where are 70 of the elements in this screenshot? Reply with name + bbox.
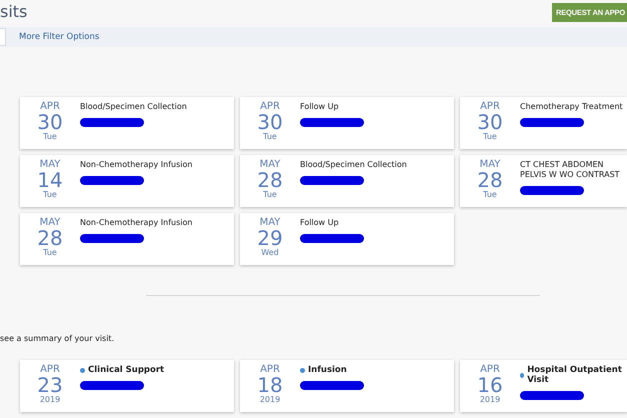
appointment-card[interactable]: MAY 28 Tue Non-Chemotherapy Infusion — [20, 213, 234, 265]
date-year: 2019 — [260, 395, 280, 404]
past-visits-note: see a summary of your visit. — [0, 334, 116, 343]
redaction-mark — [300, 381, 364, 390]
date-year: 2019 — [480, 395, 500, 404]
appointment-title: Non-Chemotherapy Infusion — [80, 218, 194, 228]
date-weekday: Tue — [483, 190, 497, 199]
visit-title: Clinical Support — [88, 365, 164, 375]
appointment-title: Chemotherapy Treatment — [520, 102, 624, 112]
redaction-mark — [520, 118, 584, 127]
date-weekday: Tue — [263, 190, 277, 199]
page-title: sits — [0, 2, 28, 21]
appointment-title: Blood/Specimen Collection — [80, 102, 188, 112]
appointment-title: Follow Up — [300, 102, 340, 112]
date-year: 2019 — [40, 395, 60, 404]
date-day: 28 — [37, 228, 63, 248]
date-month: APR — [40, 101, 60, 112]
appointment-card[interactable]: MAY 28 Tue CT CHEST ABDOMEN PELVIS W WO CONTRAST — [460, 155, 627, 207]
date-day: 23 — [37, 375, 63, 395]
date-month: MAY — [40, 217, 60, 228]
date-day: 30 — [37, 112, 63, 132]
date-month: APR — [260, 364, 280, 375]
appointment-card[interactable]: APR 30 Tue Blood/Specimen Collection — [20, 97, 234, 149]
redaction-mark — [300, 176, 364, 185]
date-weekday: Tue — [483, 132, 497, 141]
redaction-mark — [80, 176, 144, 185]
appointment-card[interactable]: APR 30 Tue Follow Up — [240, 97, 454, 149]
date-month: MAY — [480, 159, 500, 170]
appointment-title: CT CHEST ABDOMEN PELVIS W WO CONTRAST — [520, 160, 621, 180]
redaction-mark — [80, 381, 144, 390]
visit-card[interactable]: APR 23 2019 Clinical Support — [20, 360, 234, 412]
appointment-card[interactable]: APR 30 Tue Chemotherapy Treatment — [460, 97, 627, 149]
date-day: 18 — [257, 375, 283, 395]
redaction-mark — [80, 234, 144, 243]
date-month: MAY — [260, 159, 280, 170]
appointment-title: Follow Up — [300, 218, 340, 228]
redaction-mark — [520, 391, 584, 400]
date-month: APR — [480, 364, 500, 375]
redaction-mark — [300, 234, 364, 243]
date-day: 28 — [477, 170, 503, 190]
visit-title: Infusion — [308, 365, 347, 375]
visit-title: Hospital Outpatient Visit — [527, 365, 623, 385]
date-weekday: Tue — [43, 132, 57, 141]
appointment-card[interactable]: MAY 29 Wed Follow Up — [240, 213, 454, 265]
date-month: APR — [40, 364, 60, 375]
date-day: 29 — [257, 228, 283, 248]
date-weekday: Wed — [261, 248, 279, 257]
date-weekday: Tue — [43, 190, 57, 199]
date-month: APR — [480, 101, 500, 112]
date-month: MAY — [40, 159, 60, 170]
date-day: 16 — [477, 375, 503, 395]
date-day: 28 — [257, 170, 283, 190]
redaction-mark — [300, 118, 364, 127]
visit-card[interactable]: APR 16 2019 Hospital Outpatient Visit — [460, 360, 627, 412]
appointment-card[interactable]: MAY 28 Tue Blood/Specimen Collection — [240, 155, 454, 207]
visit-card[interactable]: APR 18 2019 Infusion — [240, 360, 454, 412]
date-month: APR — [260, 101, 280, 112]
filter-input[interactable] — [0, 28, 6, 46]
date-day: 14 — [37, 170, 63, 190]
redaction-mark — [80, 118, 144, 127]
date-month: MAY — [260, 217, 280, 228]
date-weekday: Tue — [43, 248, 57, 257]
appointment-card[interactable]: MAY 14 Tue Non-Chemotherapy Infusion — [20, 155, 234, 207]
appointment-title: Blood/Specimen Collection — [300, 160, 408, 170]
date-day: 30 — [257, 112, 283, 132]
date-day: 30 — [477, 112, 503, 132]
date-weekday: Tue — [263, 132, 277, 141]
redaction-mark — [520, 186, 584, 195]
appointment-title: Non-Chemotherapy Infusion — [80, 160, 194, 170]
more-filter-options-link[interactable]: More Filter Options — [19, 32, 100, 42]
